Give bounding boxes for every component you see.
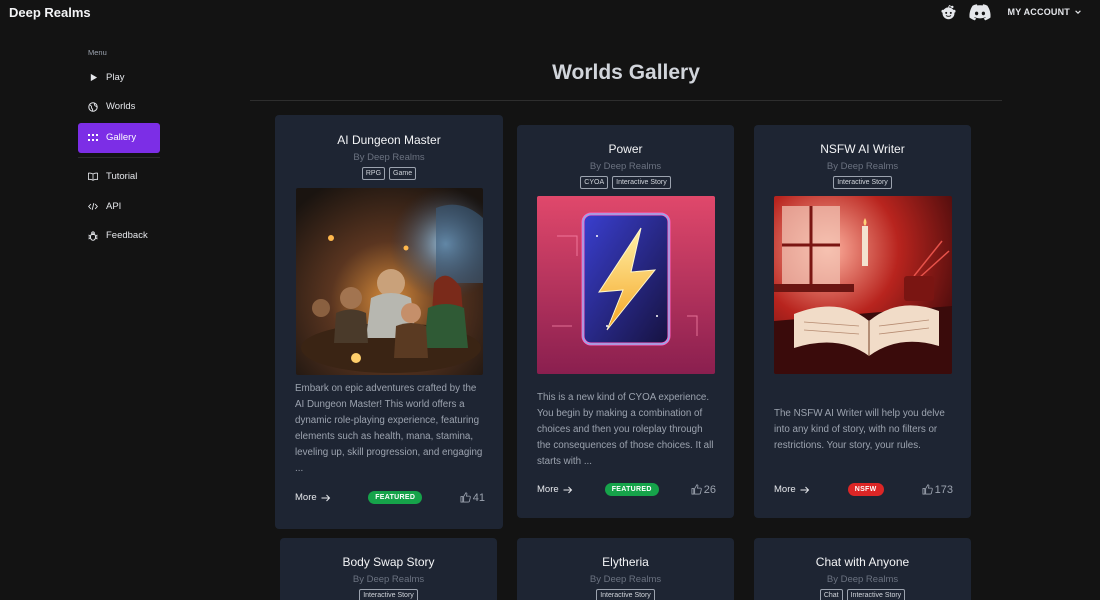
sidebar-item-label: API (106, 200, 122, 212)
sidebar-item-feedback[interactable]: Feedback (78, 222, 160, 250)
more-label: More (537, 484, 559, 495)
tag[interactable]: CYOA (580, 176, 609, 189)
sidebar-item-worlds[interactable]: Worlds (78, 93, 160, 121)
main-content: Worlds Gallery AI Dungeon Master By Deep… (250, 0, 1002, 600)
tag[interactable]: Chat (819, 589, 843, 600)
thumbs-up-icon (460, 492, 471, 503)
sidebar-item-tutorial[interactable]: Tutorial (78, 163, 160, 191)
card-footer: More NSFW 173 (774, 483, 953, 496)
like-count: 41 (472, 491, 485, 504)
more-link[interactable]: More (537, 484, 573, 495)
play-icon (88, 72, 98, 82)
card-image (773, 196, 952, 374)
sidebar-item-label: Tutorial (106, 171, 138, 182)
sidebar-item-gallery[interactable]: Gallery (78, 122, 160, 153)
card-author: By Deep Realms (353, 152, 425, 163)
card-title: AI Dungeon Master (337, 133, 441, 147)
sidebar-item-play[interactable]: Play (78, 63, 160, 91)
page-title: Worlds Gallery (552, 61, 700, 84)
arrow-right-icon (321, 494, 330, 501)
card-tags: Interactive Story (280, 589, 497, 600)
card-title: Elytheria (602, 555, 649, 569)
tag[interactable]: Game (389, 167, 417, 180)
thumbs-up-icon (922, 484, 933, 495)
title-divider (250, 100, 1002, 101)
arrow-right-icon (800, 486, 809, 493)
card-tags: Interactive Story (517, 589, 734, 600)
tag[interactable]: Interactive Story (612, 176, 671, 189)
card-tags: CYOA Interactive Story (517, 176, 734, 189)
featured-badge: FEATURED (368, 491, 423, 504)
my-account-menu[interactable]: MY ACCOUNT (1008, 7, 1083, 17)
card-title: Power (608, 142, 643, 156)
globe-icon (88, 101, 98, 112)
world-card[interactable]: Elytheria By Deep Realms Interactive Sto… (517, 538, 734, 600)
featured-badge: FEATURED (604, 483, 659, 496)
world-card[interactable]: AI Dungeon Master By Deep Realms RPG Gam… (275, 115, 503, 529)
tag[interactable]: Interactive Story (359, 589, 418, 600)
card-author: By Deep Realms (589, 574, 662, 585)
my-account-label: MY ACCOUNT (1007, 7, 1070, 17)
world-card[interactable]: Power By Deep Realms CYOA Interactive St… (517, 125, 734, 518)
card-image (295, 188, 483, 375)
card-title: Chat with Anyone (815, 555, 910, 569)
more-link[interactable]: More (774, 484, 810, 495)
more-label: More (774, 484, 796, 495)
grid-icon (88, 133, 98, 143)
arrow-right-icon (563, 486, 572, 493)
world-card[interactable]: Chat with Anyone By Deep Realms Chat Int… (754, 538, 971, 600)
sidebar-divider (78, 156, 160, 158)
card-author: By Deep Realms (352, 574, 425, 585)
card-tags: Chat Interactive Story (754, 589, 971, 600)
like-button[interactable]: 26 (691, 484, 716, 496)
card-description: The NSFW AI Writer will help you delve i… (774, 408, 945, 451)
book-icon (88, 172, 98, 182)
more-link[interactable]: More (295, 492, 331, 503)
bug-icon (88, 230, 98, 241)
world-card[interactable]: NSFW AI Writer By Deep Realms Interactiv… (754, 125, 971, 518)
like-count: 26 (703, 483, 716, 496)
card-description: Embark on epic adventures crafted by the… (295, 383, 483, 474)
card-title: Body Swap Story (342, 555, 435, 569)
sidebar-item-label: Worlds (106, 101, 136, 112)
card-description: This is a new kind of CYOA experience. Y… (537, 392, 714, 467)
card-footer: More FEATURED 26 (537, 483, 716, 496)
world-card[interactable]: Body Swap Story By Deep Realms Interacti… (280, 538, 497, 600)
sidebar-item-label: Gallery (106, 132, 137, 143)
brand-logo-text[interactable]: Deep Realms (9, 5, 91, 20)
card-author: By Deep Realms (589, 161, 662, 172)
card-footer: More FEATURED 41 (295, 491, 485, 504)
card-image (536, 196, 715, 374)
tag[interactable]: RPG (361, 167, 386, 180)
thumbs-up-icon (691, 484, 702, 495)
sidebar-item-api[interactable]: API (78, 192, 160, 220)
more-label: More (295, 492, 317, 503)
chevron-down-icon (1075, 10, 1081, 14)
card-author: By Deep Realms (826, 574, 899, 585)
like-button[interactable]: 173 (922, 484, 953, 496)
sidebar-item-label: Feedback (106, 230, 148, 241)
card-tags: RPG Game (275, 167, 503, 180)
tag[interactable]: Interactive Story (833, 176, 892, 189)
sidebar-item-label: Play (106, 71, 125, 83)
card-author: By Deep Realms (826, 161, 899, 172)
card-title: NSFW AI Writer (820, 142, 905, 156)
menu-label: Menu (88, 48, 107, 57)
tag[interactable]: Interactive Story (596, 589, 655, 600)
like-count: 173 (934, 483, 953, 496)
tag[interactable]: Interactive Story (846, 589, 906, 600)
sidebar: Menu Play Worlds Gallery Tutorial API Fe… (78, 48, 160, 251)
nsfw-badge: NSFW (847, 483, 884, 496)
like-button[interactable]: 41 (460, 492, 485, 504)
code-icon (88, 201, 98, 211)
card-tags: Interactive Story (754, 176, 971, 189)
